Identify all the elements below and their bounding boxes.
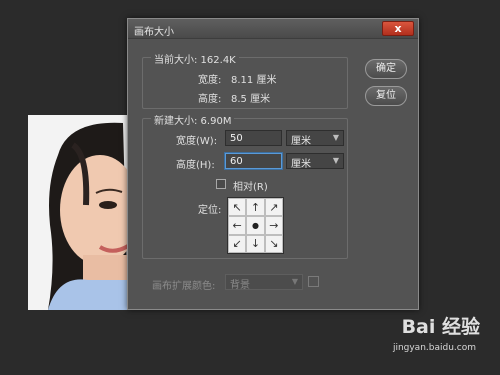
- new-width-label: 宽度(W):: [176, 136, 218, 147]
- current-width-value: 8.11 厘米: [231, 75, 277, 86]
- current-height-label: 高度:: [198, 94, 222, 105]
- dialog-title: 画布大小: [134, 27, 174, 38]
- anchor-bottom-right[interactable]: ↘: [264, 234, 283, 253]
- new-height-label: 高度(H):: [176, 160, 215, 171]
- height-unit-value: 厘米: [291, 159, 311, 170]
- anchor-bottom[interactable]: ↓: [246, 234, 265, 253]
- anchor-top-left[interactable]: ↖: [228, 198, 247, 217]
- reset-button[interactable]: 复位: [365, 86, 407, 106]
- current-width-label: 宽度:: [198, 75, 222, 86]
- anchor-top-right[interactable]: ↗: [264, 198, 283, 217]
- relative-checkbox[interactable]: [216, 179, 226, 189]
- watermark-logo: Bai 经验: [401, 316, 480, 338]
- extension-color-value: 背景: [230, 280, 250, 291]
- extension-color-swatch[interactable]: [308, 276, 319, 287]
- anchor-right[interactable]: →: [264, 216, 283, 235]
- close-icon: x: [394, 22, 402, 35]
- anchor-bottom-left[interactable]: ↙: [228, 234, 247, 253]
- width-input[interactable]: [225, 130, 282, 146]
- new-size-label: 新建大小: 6.90M: [151, 112, 235, 127]
- chevron-down-icon: ▼: [332, 133, 339, 142]
- height-input[interactable]: [225, 153, 282, 169]
- anchor-left[interactable]: ←: [228, 216, 247, 235]
- chevron-down-icon: ▼: [332, 156, 339, 165]
- height-unit-select[interactable]: 厘米 ▼: [286, 153, 344, 170]
- relative-label[interactable]: 相对(R): [233, 178, 268, 193]
- watermark-url: jingyan.baidu.com: [392, 343, 476, 353]
- current-height-value: 8.5 厘米: [231, 94, 271, 105]
- ok-button[interactable]: 确定: [365, 59, 407, 79]
- dialog-titlebar: 画布大小 x: [128, 19, 418, 39]
- anchor-label: 定位:: [198, 205, 222, 216]
- canvas-size-dialog: 画布大小 x 当前大小: 162.4K 宽度: 8.11 厘米 高度: 8.5 …: [127, 18, 419, 310]
- width-unit-value: 厘米: [291, 136, 311, 147]
- width-unit-select[interactable]: 厘米 ▼: [286, 130, 344, 147]
- chevron-down-icon: ▼: [291, 277, 298, 286]
- extension-color-label: 画布扩展颜色:: [152, 281, 216, 292]
- extension-color-select[interactable]: 背景 ▼: [225, 274, 303, 291]
- anchor-top[interactable]: ↑: [246, 198, 265, 217]
- current-size-label: 当前大小: 162.4K: [151, 51, 239, 66]
- anchor-grid: ↖ ↑ ↗ ← ● → ↙ ↓ ↘: [227, 197, 284, 254]
- close-button[interactable]: x: [382, 21, 414, 36]
- anchor-center[interactable]: ●: [246, 216, 265, 235]
